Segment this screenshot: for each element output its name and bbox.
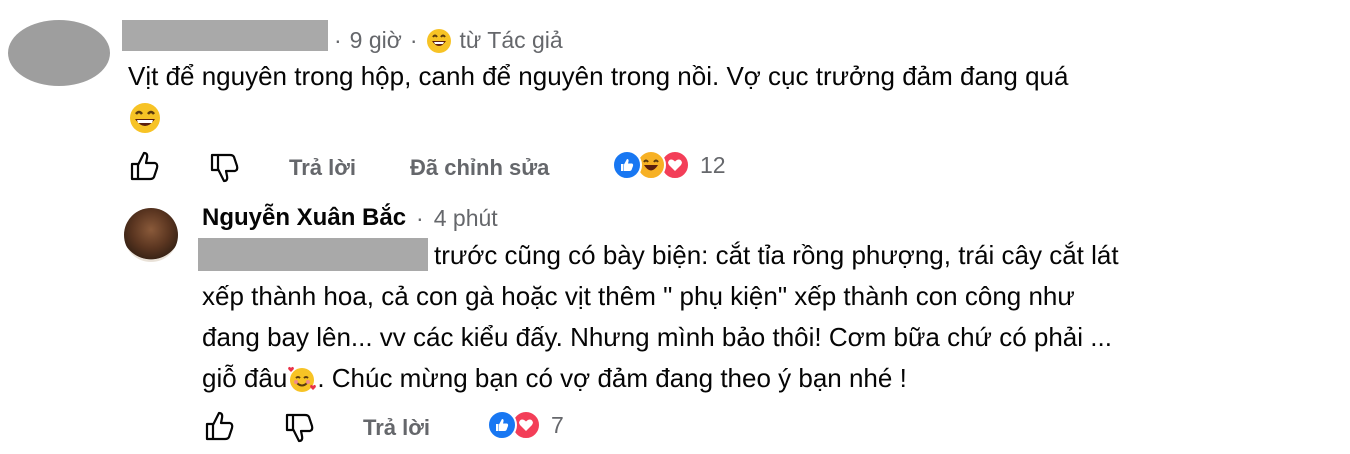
- reaction-count: 7: [551, 411, 564, 438]
- reaction-summary[interactable]: 12: [612, 150, 726, 180]
- reply-author-name[interactable]: Nguyễn Xuân Bắc: [202, 204, 406, 232]
- redacted-mention: [198, 238, 428, 271]
- like-button-icon[interactable]: [201, 408, 237, 444]
- comment-text-container: Vịt để nguyên trong hộp, canh để nguyên …: [128, 56, 1308, 97]
- reply-avatar[interactable]: [124, 208, 178, 262]
- reply-text-line1: trước cũng có bày biện: cắt tỉa rồng phư…: [434, 240, 1119, 270]
- like-icon: [487, 410, 517, 440]
- reply-text-line2: xếp thành hoa, cả con gà hoặc vịt thêm "…: [202, 281, 1075, 311]
- avatar[interactable]: [8, 20, 110, 86]
- reply-button[interactable]: Trả lời: [363, 415, 430, 441]
- smiling-hearts-emoji-icon: [288, 366, 317, 392]
- redacted-author-name: [122, 20, 328, 51]
- meta-separator: ·: [409, 27, 418, 53]
- edited-label: Đã chỉnh sửa: [410, 155, 550, 180]
- like-button-icon[interactable]: [126, 148, 162, 184]
- reply-button[interactable]: Trả lời: [289, 155, 356, 181]
- meta-separator: ·: [416, 204, 424, 231]
- dislike-button-icon[interactable]: [206, 150, 242, 186]
- dislike-button-icon[interactable]: [281, 410, 317, 446]
- like-icon: [612, 150, 642, 180]
- reply-header: Nguyễn Xuân Bắc · 4 phút: [202, 204, 498, 232]
- reply-text-line4-a: giỗ đâu: [202, 363, 288, 393]
- reply-reaction-summary[interactable]: 7: [487, 410, 564, 440]
- source-label: từ Tác giả: [459, 27, 563, 53]
- reply-text-line3: đang bay lên... vv các kiểu đấy. Nhưng m…: [202, 322, 1112, 352]
- comment-text: Vịt để nguyên trong hộp, canh để nguyên …: [128, 61, 1069, 91]
- reply-text-line4-b: . Chúc mừng bạn có vợ đảm đang theo ý bạ…: [317, 363, 907, 393]
- reaction-count: 12: [700, 151, 726, 178]
- comment-meta: · 9 giờ · từ Tác giả: [334, 27, 563, 54]
- grinning-emoji-icon: [426, 28, 451, 53]
- meta-separator: ·: [334, 27, 342, 53]
- comment-timestamp[interactable]: 9 giờ: [350, 27, 402, 54]
- laughing-emoji-icon: [130, 103, 160, 133]
- reply-text-line4: giỗ đâu . Chúc mừng bạn có vợ đảm đang t…: [202, 358, 907, 399]
- reply-timestamp[interactable]: 4 phút: [434, 205, 498, 232]
